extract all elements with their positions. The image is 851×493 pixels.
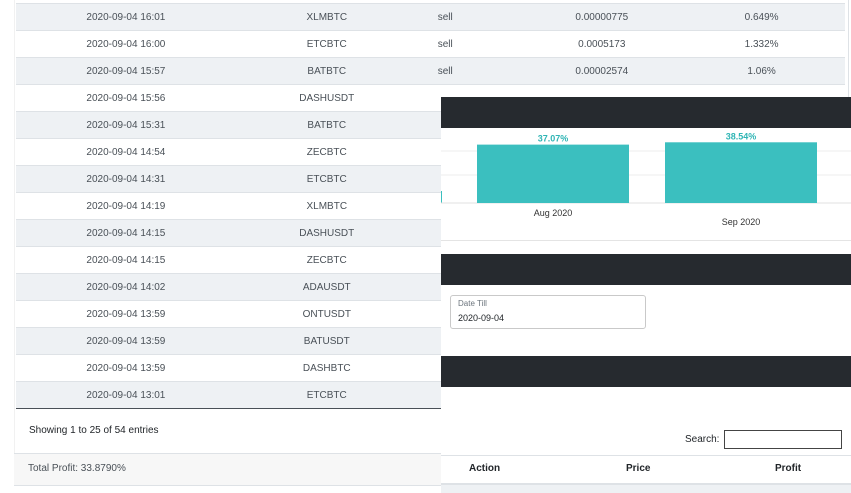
table-footer: Total Profit: 33.8790% <box>14 453 448 486</box>
date-till-value: 2020-09-04 <box>458 313 505 323</box>
column-header-profit[interactable]: Profit <box>775 463 801 474</box>
table-row: 2020-09-04 15:57 BATBTC sell 0.00002574 1.06… <box>16 57 845 85</box>
table-card-header <box>441 356 851 387</box>
chart-card-divider <box>441 240 851 241</box>
trade-profit: 1.06% <box>678 57 845 85</box>
trade-pair: ETCBTC <box>235 381 418 409</box>
trade-date: 2020-09-04 13:59 <box>16 300 236 328</box>
table-row: 2020-09-04 16:01 XLMBTC sell 0.00000775 0.64… <box>16 3 845 31</box>
dashboard-overlay: 37.07% Aug 2020 38.54% Sep 2020 Date Till 2… <box>440 97 851 493</box>
trade-profit: 0.649% <box>678 3 845 31</box>
trade-pair: BATBTC <box>235 57 418 85</box>
trade-pair: BATBTC <box>235 111 418 139</box>
trade-date: 2020-09-04 16:00 <box>16 30 236 58</box>
trade-date: 2020-09-04 14:19 <box>16 192 236 220</box>
trade-date: 2020-09-04 13:01 <box>16 381 236 409</box>
column-header-price[interactable]: Price <box>626 463 650 474</box>
bar-data-label: 38.54% <box>726 131 757 141</box>
trade-price: 0.00002574 <box>525 57 679 85</box>
chart-bar[interactable] <box>665 142 817 203</box>
trade-date: 2020-09-04 13:59 <box>16 327 236 355</box>
trade-date: 2020-09-04 14:54 <box>16 138 236 166</box>
search-label: Search: <box>685 434 720 445</box>
table-row: 2020-09-04 16:00 ETCBTC sell 0.0005173 1.332… <box>16 30 845 58</box>
bar-data-label: 37.07% <box>538 134 569 144</box>
trade-pair: ZECBTC <box>235 246 418 274</box>
trade-pair: XLMBTC <box>235 192 418 220</box>
trade-date: 2020-09-04 15:56 <box>16 84 236 112</box>
trade-date: 2020-09-04 15:31 <box>16 111 236 139</box>
date-till-label: Date Till <box>458 299 487 308</box>
trade-date: 2020-09-04 16:01 <box>16 3 236 31</box>
trade-action: sell <box>417 57 526 85</box>
header-divider <box>441 455 851 456</box>
trade-pair: ETCBTC <box>235 165 418 193</box>
trade-date: 2020-09-04 14:02 <box>16 273 236 301</box>
trade-pair: DASHUSDT <box>235 219 418 247</box>
column-header-action[interactable]: Action <box>469 463 500 474</box>
trade-pair: DASHBTC <box>235 354 418 382</box>
search-input[interactable] <box>724 430 842 449</box>
trade-action: sell <box>417 30 526 58</box>
chart-bar[interactable] <box>477 144 629 203</box>
trade-date: 2020-09-04 13:59 <box>16 354 236 382</box>
trade-action: sell <box>417 3 526 31</box>
chart-svg: 37.07% Aug 2020 38.54% Sep 2020 <box>440 131 851 227</box>
trade-price: 0.00000775 <box>525 3 679 31</box>
trade-pair: ONTUSDT <box>235 300 418 328</box>
chart-card-header <box>441 97 851 128</box>
trade-pair: ADAUSDT <box>235 273 418 301</box>
filter-card-header <box>441 254 851 285</box>
trade-pair: ETCBTC <box>235 30 418 58</box>
monthly-profit-chart: 37.07% Aug 2020 38.54% Sep 2020 <box>440 128 851 240</box>
total-profit: Total Profit: 33.8790% <box>28 463 126 474</box>
trade-profit: 1.332% <box>678 30 845 58</box>
first-row-strip <box>441 485 851 493</box>
x-tick-label: Sep 2020 <box>722 217 761 227</box>
trade-pair: DASHUSDT <box>235 84 418 112</box>
date-till-field[interactable]: Date Till 2020-09-04 <box>450 295 646 329</box>
trade-pair: BATUSDT <box>235 327 418 355</box>
trade-price: 0.0005173 <box>525 30 679 58</box>
trade-date: 2020-09-04 14:15 <box>16 219 236 247</box>
trade-date: 2020-09-04 14:31 <box>16 165 236 193</box>
entries-info: Showing 1 to 25 of 54 entries <box>29 425 159 436</box>
x-tick-label: Aug 2020 <box>534 208 573 218</box>
trade-date: 2020-09-04 15:57 <box>16 57 236 85</box>
trade-pair: XLMBTC <box>235 3 418 31</box>
trade-pair: ZECBTC <box>235 138 418 166</box>
trade-date: 2020-09-04 14:15 <box>16 246 236 274</box>
